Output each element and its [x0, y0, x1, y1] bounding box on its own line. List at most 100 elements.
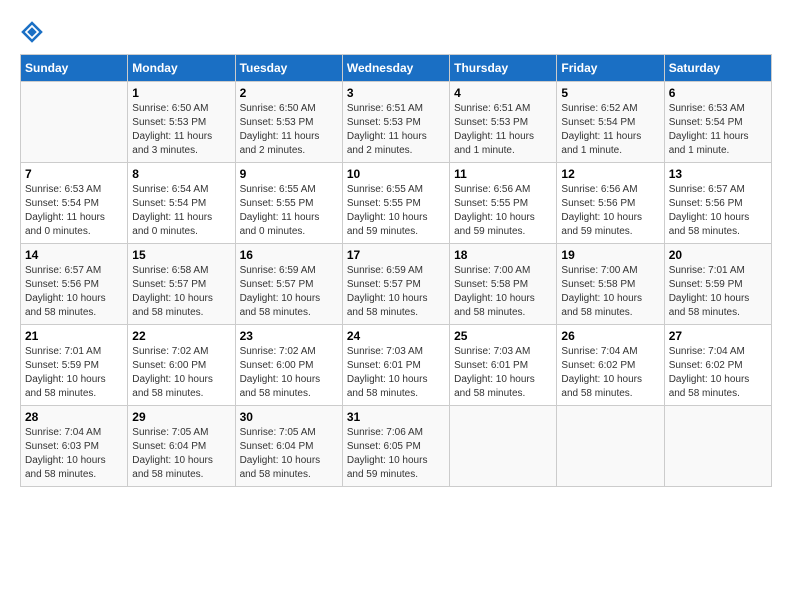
calendar-cell: 1 Sunrise: 6:50 AM Sunset: 5:53 PM Daylig… — [128, 82, 235, 163]
day-number: 28 — [25, 410, 123, 424]
day-number: 18 — [454, 248, 552, 262]
day-info: Sunrise: 7:01 AM Sunset: 5:59 PM Dayligh… — [669, 264, 767, 320]
day-number: 1 — [132, 86, 230, 100]
day-info: Sunrise: 7:04 AM Sunset: 6:02 PM Dayligh… — [669, 345, 767, 401]
weekday-header-saturday: Saturday — [664, 55, 771, 82]
day-number: 15 — [132, 248, 230, 262]
day-number: 7 — [25, 167, 123, 181]
day-info: Sunrise: 6:58 AM Sunset: 5:57 PM Dayligh… — [132, 264, 230, 320]
day-info: Sunrise: 6:55 AM Sunset: 5:55 PM Dayligh… — [240, 183, 338, 239]
day-number: 26 — [561, 329, 659, 343]
week-row-0: 1 Sunrise: 6:50 AM Sunset: 5:53 PM Daylig… — [21, 82, 772, 163]
day-number: 24 — [347, 329, 445, 343]
calendar-cell: 5Sunrise: 6:52 AM Sunset: 5:54 PM Daylig… — [557, 82, 664, 163]
calendar-cell: 26Sunrise: 7:04 AM Sunset: 6:02 PM Dayli… — [557, 325, 664, 406]
day-info: Sunrise: 7:01 AM Sunset: 5:59 PM Dayligh… — [25, 345, 123, 401]
calendar-cell: 20 Sunrise: 7:01 AM Sunset: 5:59 PM Dayli… — [664, 244, 771, 325]
day-number: 2 — [240, 86, 338, 100]
weekday-header-row: SundayMondayTuesdayWednesdayThursdayFrid… — [21, 55, 772, 82]
day-number: 31 — [347, 410, 445, 424]
day-number: 23 — [240, 329, 338, 343]
day-info: Sunrise: 7:02 AM Sunset: 6:00 PM Dayligh… — [132, 345, 230, 401]
day-info: Sunrise: 7:00 AM Sunset: 5:58 PM Dayligh… — [561, 264, 659, 320]
calendar-cell: 31 Sunrise: 7:06 AM Sunset: 6:05 PM Dayli… — [342, 406, 449, 487]
calendar-cell: 25Sunrise: 7:03 AM Sunset: 6:01 PM Dayli… — [450, 325, 557, 406]
day-number: 29 — [132, 410, 230, 424]
calendar-cell: 24 Sunrise: 7:03 AM Sunset: 6:01 PM Dayli… — [342, 325, 449, 406]
day-number: 13 — [669, 167, 767, 181]
week-row-4: 28Sunrise: 7:04 AM Sunset: 6:03 PM Dayli… — [21, 406, 772, 487]
weekday-header-sunday: Sunday — [21, 55, 128, 82]
day-number: 14 — [25, 248, 123, 262]
calendar-cell: 19 Sunrise: 7:00 AM Sunset: 5:58 PM Dayli… — [557, 244, 664, 325]
week-row-3: 21 Sunrise: 7:01 AM Sunset: 5:59 PM Dayli… — [21, 325, 772, 406]
calendar-cell — [450, 406, 557, 487]
calendar-cell: 22 Sunrise: 7:02 AM Sunset: 6:00 PM Dayli… — [128, 325, 235, 406]
calendar-cell: 8 Sunrise: 6:54 AM Sunset: 5:54 PM Daylig… — [128, 163, 235, 244]
day-info: Sunrise: 7:06 AM Sunset: 6:05 PM Dayligh… — [347, 426, 445, 482]
day-number: 11 — [454, 167, 552, 181]
day-number: 17 — [347, 248, 445, 262]
calendar-cell: 15 Sunrise: 6:58 AM Sunset: 5:57 PM Dayli… — [128, 244, 235, 325]
day-number: 16 — [240, 248, 338, 262]
calendar-cell — [557, 406, 664, 487]
calendar-cell: 10 Sunrise: 6:55 AM Sunset: 5:55 PM Dayli… — [342, 163, 449, 244]
calendar-cell: 23 Sunrise: 7:02 AM Sunset: 6:00 PM Dayli… — [235, 325, 342, 406]
day-number: 4 — [454, 86, 552, 100]
day-number: 21 — [25, 329, 123, 343]
day-number: 12 — [561, 167, 659, 181]
day-number: 22 — [132, 329, 230, 343]
day-info: Sunrise: 6:56 AM Sunset: 5:55 PM Dayligh… — [454, 183, 552, 239]
week-row-1: 7 Sunrise: 6:53 AM Sunset: 5:54 PM Daylig… — [21, 163, 772, 244]
day-info: Sunrise: 6:55 AM Sunset: 5:55 PM Dayligh… — [347, 183, 445, 239]
weekday-header-thursday: Thursday — [450, 55, 557, 82]
calendar-cell: 11 Sunrise: 6:56 AM Sunset: 5:55 PM Dayli… — [450, 163, 557, 244]
day-info: Sunrise: 6:52 AM Sunset: 5:54 PM Dayligh… — [561, 102, 659, 158]
day-number: 9 — [240, 167, 338, 181]
calendar-cell: 29 Sunrise: 7:05 AM Sunset: 6:04 PM Dayli… — [128, 406, 235, 487]
calendar-cell: 28Sunrise: 7:04 AM Sunset: 6:03 PM Dayli… — [21, 406, 128, 487]
day-number: 19 — [561, 248, 659, 262]
day-info: Sunrise: 6:59 AM Sunset: 5:57 PM Dayligh… — [347, 264, 445, 320]
calendar-cell: 6 Sunrise: 6:53 AM Sunset: 5:54 PM Daylig… — [664, 82, 771, 163]
weekday-header-monday: Monday — [128, 55, 235, 82]
calendar-cell: 3 Sunrise: 6:51 AM Sunset: 5:53 PM Daylig… — [342, 82, 449, 163]
day-info: Sunrise: 7:05 AM Sunset: 6:04 PM Dayligh… — [240, 426, 338, 482]
day-number: 8 — [132, 167, 230, 181]
day-number: 10 — [347, 167, 445, 181]
day-info: Sunrise: 7:05 AM Sunset: 6:04 PM Dayligh… — [132, 426, 230, 482]
day-number: 27 — [669, 329, 767, 343]
day-info: Sunrise: 6:50 AM Sunset: 5:53 PM Dayligh… — [132, 102, 230, 158]
calendar-cell: 14 Sunrise: 6:57 AM Sunset: 5:56 PM Dayli… — [21, 244, 128, 325]
calendar-cell — [664, 406, 771, 487]
day-info: Sunrise: 6:50 AM Sunset: 5:53 PM Dayligh… — [240, 102, 338, 158]
day-info: Sunrise: 6:54 AM Sunset: 5:54 PM Dayligh… — [132, 183, 230, 239]
day-info: Sunrise: 6:56 AM Sunset: 5:56 PM Dayligh… — [561, 183, 659, 239]
day-number: 20 — [669, 248, 767, 262]
day-info: Sunrise: 7:02 AM Sunset: 6:00 PM Dayligh… — [240, 345, 338, 401]
calendar-cell: 27 Sunrise: 7:04 AM Sunset: 6:02 PM Dayli… — [664, 325, 771, 406]
calendar-cell: 18Sunrise: 7:00 AM Sunset: 5:58 PM Dayli… — [450, 244, 557, 325]
logo — [20, 20, 48, 44]
calendar-cell: 12 Sunrise: 6:56 AM Sunset: 5:56 PM Dayli… — [557, 163, 664, 244]
calendar-cell: 4Sunrise: 6:51 AM Sunset: 5:53 PM Daylig… — [450, 82, 557, 163]
day-info: Sunrise: 6:57 AM Sunset: 5:56 PM Dayligh… — [669, 183, 767, 239]
calendar-cell: 9 Sunrise: 6:55 AM Sunset: 5:55 PM Daylig… — [235, 163, 342, 244]
day-number: 6 — [669, 86, 767, 100]
calendar-cell: 16Sunrise: 6:59 AM Sunset: 5:57 PM Dayli… — [235, 244, 342, 325]
calendar-cell: 30Sunrise: 7:05 AM Sunset: 6:04 PM Dayli… — [235, 406, 342, 487]
page-header — [20, 20, 772, 44]
week-row-2: 14 Sunrise: 6:57 AM Sunset: 5:56 PM Dayli… — [21, 244, 772, 325]
day-info: Sunrise: 6:51 AM Sunset: 5:53 PM Dayligh… — [347, 102, 445, 158]
calendar-cell: 17 Sunrise: 6:59 AM Sunset: 5:57 PM Dayli… — [342, 244, 449, 325]
day-info: Sunrise: 6:57 AM Sunset: 5:56 PM Dayligh… — [25, 264, 123, 320]
day-info: Sunrise: 7:03 AM Sunset: 6:01 PM Dayligh… — [347, 345, 445, 401]
calendar-table: SundayMondayTuesdayWednesdayThursdayFrid… — [20, 54, 772, 487]
calendar-cell: 2 Sunrise: 6:50 AM Sunset: 5:53 PM Daylig… — [235, 82, 342, 163]
weekday-header-tuesday: Tuesday — [235, 55, 342, 82]
logo-icon — [20, 20, 44, 44]
day-number: 3 — [347, 86, 445, 100]
day-info: Sunrise: 6:53 AM Sunset: 5:54 PM Dayligh… — [669, 102, 767, 158]
day-info: Sunrise: 6:53 AM Sunset: 5:54 PM Dayligh… — [25, 183, 123, 239]
calendar-cell: 7 Sunrise: 6:53 AM Sunset: 5:54 PM Daylig… — [21, 163, 128, 244]
